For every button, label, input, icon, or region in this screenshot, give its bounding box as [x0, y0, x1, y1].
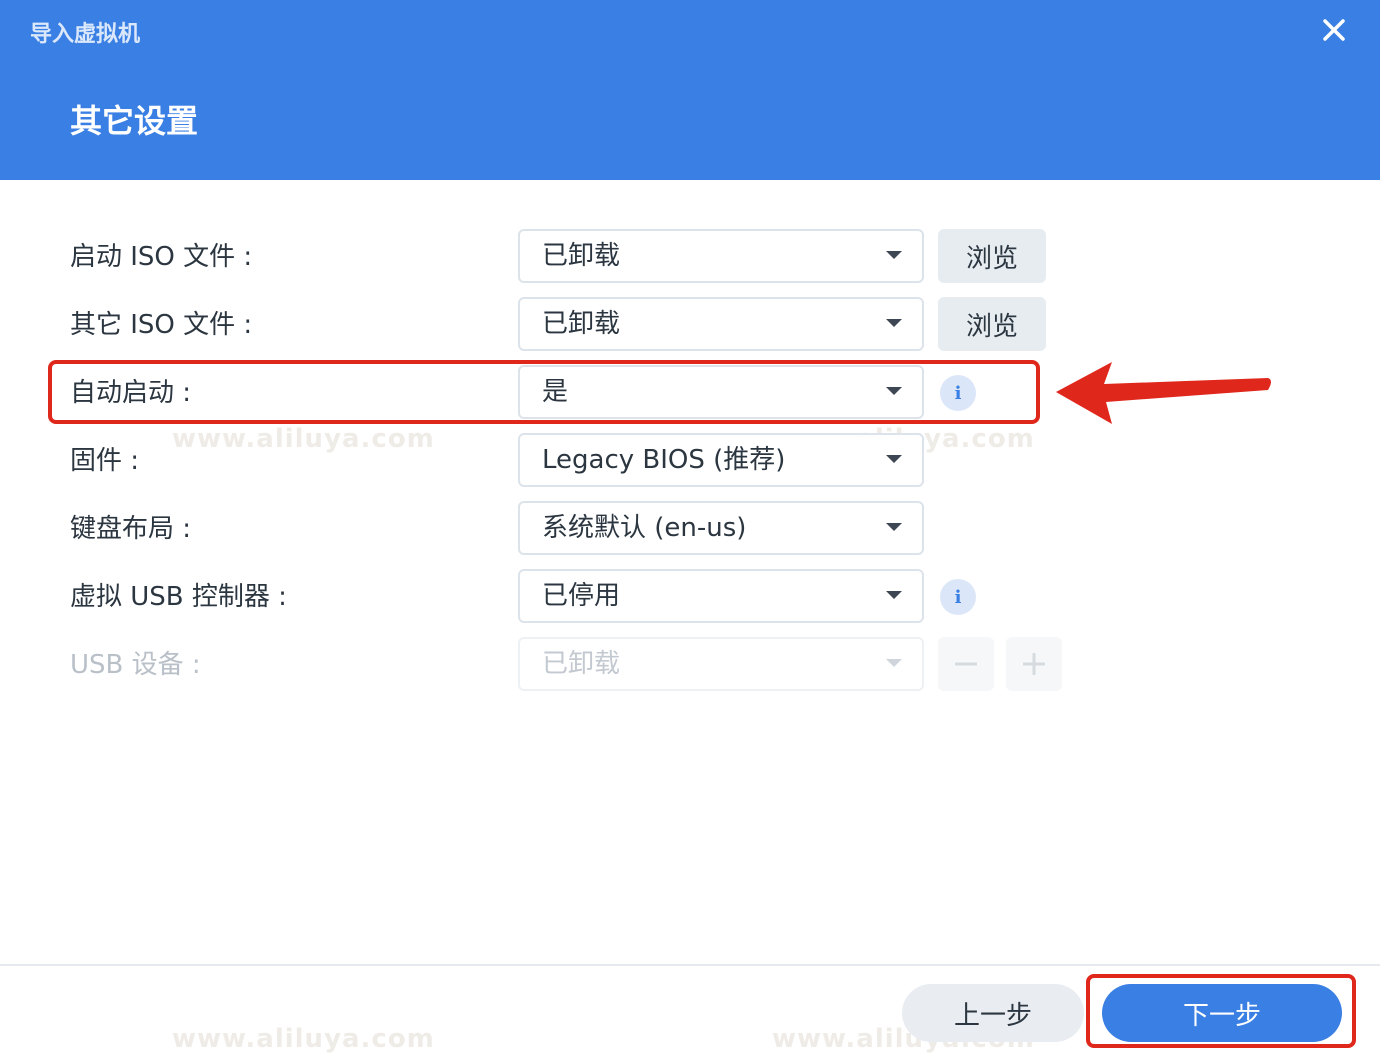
footer-divider — [0, 964, 1380, 966]
autostart-label: 自动启动 : — [70, 378, 192, 408]
chevron-down-icon — [886, 387, 902, 395]
chevron-down-icon — [886, 455, 902, 463]
boot-iso-value: 已卸载 — [542, 241, 621, 271]
keyboard-layout-select[interactable]: 系统默认 (en-us) — [518, 501, 924, 555]
autostart-select[interactable]: 是 — [518, 365, 924, 419]
autostart-value: 是 — [542, 377, 569, 407]
close-button[interactable] — [1316, 12, 1352, 48]
keyboard-layout-label: 键盘布局 : — [70, 514, 192, 544]
firmware-label: 固件 : — [70, 446, 140, 476]
close-icon — [1323, 19, 1345, 41]
chevron-down-icon — [886, 251, 902, 259]
plus-icon — [1023, 653, 1045, 675]
chevron-down-icon — [886, 659, 902, 667]
page-title: 其它设置 — [70, 102, 199, 140]
firmware-select[interactable]: Legacy BIOS (推荐) — [518, 433, 924, 487]
boot-iso-select[interactable]: 已卸载 — [518, 229, 924, 283]
annotation-arrow-icon — [1056, 362, 1271, 424]
other-iso-browse-button[interactable]: 浏览 — [938, 297, 1046, 351]
chevron-down-icon — [886, 591, 902, 599]
window-title: 导入虚拟机 — [30, 22, 141, 47]
watermark-text: www.aliluya.com — [172, 424, 435, 454]
usb-controller-value: 已停用 — [542, 581, 621, 611]
usb-device-label: USB 设备 : — [70, 650, 201, 680]
other-iso-select[interactable]: 已卸载 — [518, 297, 924, 351]
keyboard-layout-value: 系统默认 (en-us) — [542, 513, 747, 543]
boot-iso-browse-button[interactable]: 浏览 — [938, 229, 1046, 283]
other-iso-label: 其它 ISO 文件 : — [70, 310, 253, 340]
chevron-down-icon — [886, 523, 902, 531]
autostart-info-icon[interactable]: i — [940, 375, 976, 411]
usb-controller-label: 虚拟 USB 控制器 : — [70, 582, 287, 612]
next-step-button[interactable]: 下一步 — [1102, 984, 1342, 1042]
boot-iso-label: 启动 ISO 文件 : — [70, 242, 253, 272]
firmware-value: Legacy BIOS (推荐) — [542, 445, 786, 475]
dialog-header: 导入虚拟机 其它设置 — [0, 0, 1380, 180]
other-iso-value: 已卸载 — [542, 309, 621, 339]
remove-usb-button — [938, 637, 994, 691]
chevron-down-icon — [886, 319, 902, 327]
usb-device-value: 已卸载 — [542, 649, 621, 679]
usb-device-select: 已卸载 — [518, 637, 924, 691]
usb-controller-select[interactable]: 已停用 — [518, 569, 924, 623]
prev-step-button[interactable]: 上一步 — [902, 984, 1084, 1042]
usb-controller-info-icon[interactable]: i — [940, 579, 976, 615]
add-usb-button — [1006, 637, 1062, 691]
minus-icon — [955, 662, 977, 666]
